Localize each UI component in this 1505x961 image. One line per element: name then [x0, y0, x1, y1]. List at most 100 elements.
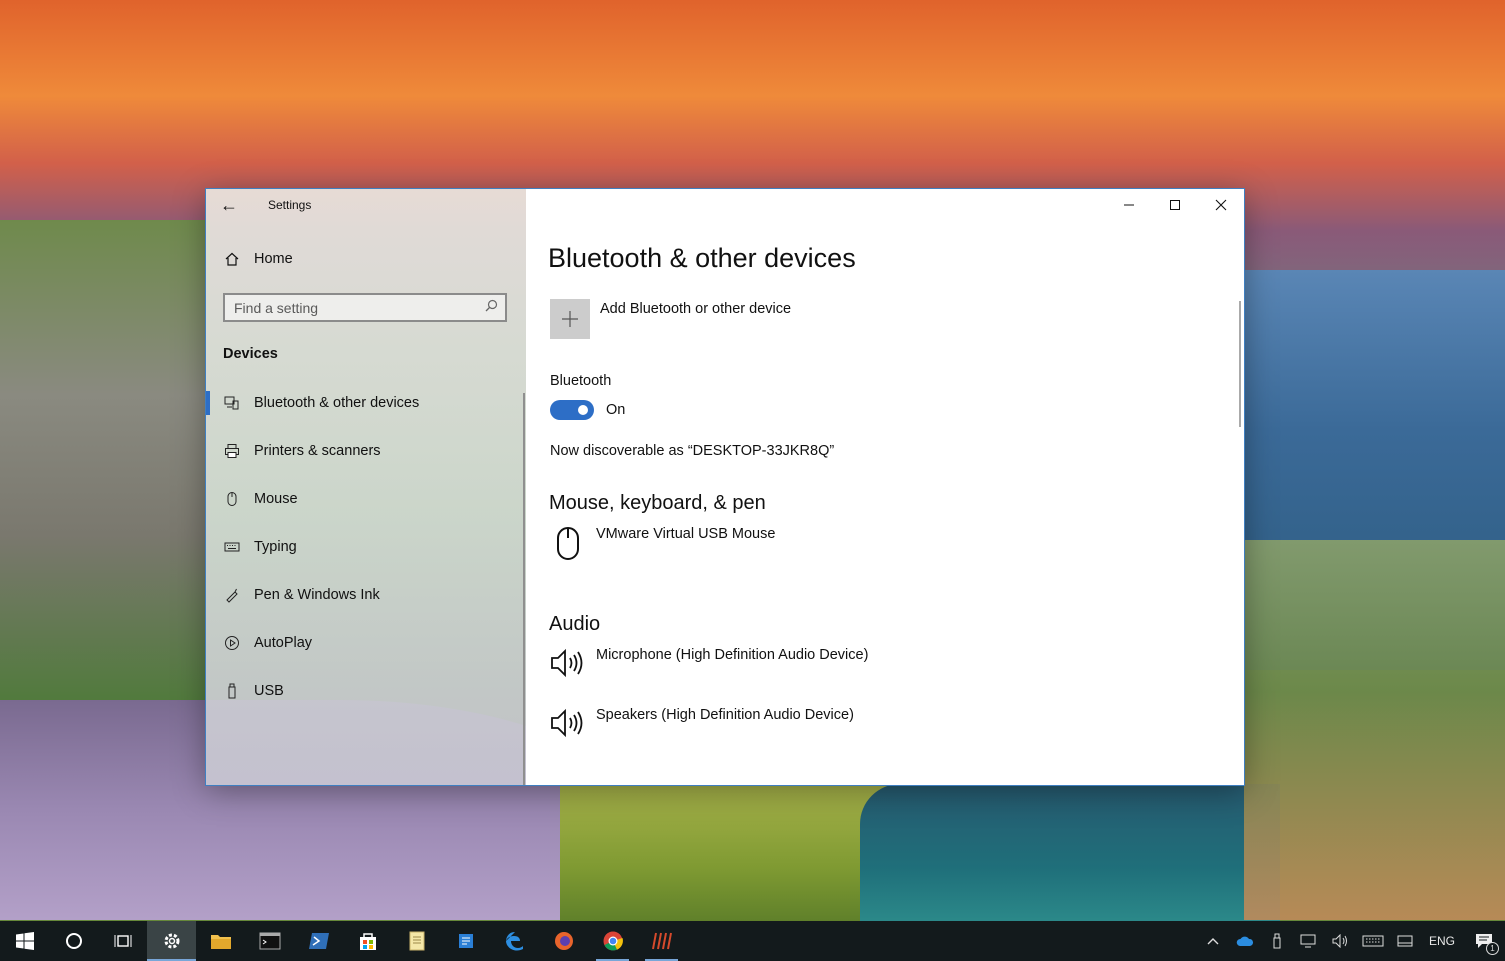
task-view-icon: [114, 935, 131, 947]
sidebar-item-label: Printers & scanners: [254, 443, 381, 459]
sidebar-item-mouse[interactable]: Mouse: [206, 475, 524, 523]
settings-sidebar: ← Settings Home Devices Bluetooth & othe…: [206, 189, 526, 785]
minimize-button[interactable]: [1106, 189, 1152, 221]
close-button[interactable]: [1198, 189, 1244, 221]
sidebar-item-label: Pen & Windows Ink: [254, 587, 380, 603]
device-name: Microphone (High Definition Audio Device…: [596, 647, 869, 663]
taskbar-settings[interactable]: [147, 921, 196, 961]
edge-icon: [505, 932, 523, 951]
sidebar-item-label: AutoPlay: [254, 635, 313, 651]
start-button[interactable]: [0, 921, 49, 961]
sidebar-item-bluetooth[interactable]: Bluetooth & other devices: [206, 379, 524, 427]
onedrive-icon[interactable]: [1229, 921, 1261, 961]
sidebar-item-usb[interactable]: USB: [206, 667, 524, 715]
bluetooth-devices-icon: [224, 395, 240, 411]
cortana-button[interactable]: [49, 921, 98, 961]
sidebar-item-typing[interactable]: Typing: [206, 523, 524, 571]
page-title: Bluetooth & other devices: [548, 243, 856, 273]
sidebar-item-pen[interactable]: Pen & Windows Ink: [206, 571, 524, 619]
store-icon: [359, 933, 376, 950]
settings-content: Bluetooth & other devices Add Bluetooth …: [526, 189, 1244, 785]
section-title: Devices: [223, 346, 278, 362]
speaker-icon: [550, 647, 586, 683]
language-indicator[interactable]: ENG: [1421, 921, 1463, 961]
sidebar-item-autoplay[interactable]: AutoPlay: [206, 619, 524, 667]
chrome-icon: [603, 931, 623, 951]
taskbar-app-2[interactable]: [637, 921, 686, 961]
keyboard-icon: [224, 539, 240, 555]
system-tray: ENG 1: [1197, 921, 1505, 961]
volume-icon[interactable]: [1325, 921, 1357, 961]
search-input[interactable]: [234, 299, 474, 317]
mouse-icon: [550, 526, 586, 562]
file-explorer-icon: [210, 935, 231, 949]
bluetooth-label: Bluetooth: [550, 373, 612, 389]
sidebar-scrollbar[interactable]: [523, 393, 525, 785]
powershell-icon: [308, 933, 329, 949]
taskbar-app[interactable]: [441, 921, 490, 961]
start-icon: [15, 932, 34, 950]
content-scrollbar[interactable]: [1239, 301, 1241, 427]
sidebar-item-label: Typing: [254, 539, 297, 555]
device-item[interactable]: Microphone (High Definition Audio Device…: [550, 647, 868, 683]
section-heading-mouse-keyboard-pen: Mouse, keyboard, & pen: [549, 492, 766, 514]
taskbar-file-explorer[interactable]: [196, 921, 245, 961]
app-title: Settings: [268, 198, 312, 212]
sidebar-item-printers[interactable]: Printers & scanners: [206, 427, 524, 475]
taskbar-command-prompt[interactable]: [245, 921, 294, 961]
back-button[interactable]: ←: [220, 193, 242, 217]
action-center-button[interactable]: 1: [1463, 921, 1505, 961]
taskbar-firefox[interactable]: [539, 921, 588, 961]
command-prompt-icon: [259, 932, 280, 950]
wallpaper-town: [1244, 540, 1505, 920]
devices-nav: Bluetooth & other devices Printers & sca…: [206, 379, 524, 715]
bluetooth-toggle[interactable]: [550, 400, 594, 420]
app-icon: [651, 932, 672, 950]
pen-icon: [224, 587, 240, 603]
wallpaper-bay: [860, 784, 1280, 924]
notification-count: 1: [1486, 942, 1499, 955]
search-box[interactable]: [223, 293, 507, 322]
printer-icon: [224, 443, 240, 459]
sidebar-item-label: Mouse: [254, 491, 298, 507]
settings-window: ← Settings Home Devices Bluetooth & othe…: [206, 189, 1244, 785]
autoplay-icon: [224, 635, 240, 651]
taskbar-notepad[interactable]: [392, 921, 441, 961]
home-nav-item[interactable]: Home: [224, 251, 293, 267]
discoverable-text: Now discoverable as “DESKTOP-33JKR8Q”: [550, 443, 835, 459]
home-label: Home: [254, 251, 293, 267]
bluetooth-state: On: [606, 402, 626, 418]
add-device-button[interactable]: Add Bluetooth or other device: [550, 299, 791, 339]
taskbar-store[interactable]: [343, 921, 392, 961]
network-icon[interactable]: [1293, 921, 1325, 961]
speaker-icon: [550, 707, 586, 743]
taskbar-chrome[interactable]: [588, 921, 637, 961]
section-heading-audio: Audio: [549, 613, 601, 635]
device-item[interactable]: VMware Virtual USB Mouse: [550, 526, 775, 562]
home-icon: [224, 251, 240, 267]
mouse-icon: [224, 491, 240, 507]
firefox-icon: [554, 932, 573, 950]
usb-eject-icon[interactable]: [1261, 921, 1293, 961]
taskbar-powershell[interactable]: [294, 921, 343, 961]
sidebar-item-label: USB: [254, 683, 284, 699]
sidebar-item-label: Bluetooth & other devices: [254, 395, 420, 411]
app-icon: [458, 934, 473, 948]
plus-icon: [550, 299, 590, 339]
add-device-label: Add Bluetooth or other device: [600, 301, 792, 317]
device-item[interactable]: Speakers (High Definition Audio Device): [550, 707, 854, 743]
usb-icon: [224, 683, 240, 699]
task-view-button[interactable]: [98, 921, 147, 961]
touch-keyboard-icon[interactable]: [1357, 921, 1389, 961]
taskbar: ENG 1: [0, 921, 1505, 961]
device-name: Speakers (High Definition Audio Device): [596, 707, 854, 723]
settings-icon: [164, 933, 179, 949]
tablet-mode-icon[interactable]: [1389, 921, 1421, 961]
device-name: VMware Virtual USB Mouse: [596, 526, 776, 542]
search-icon[interactable]: [485, 299, 498, 315]
maximize-button[interactable]: [1152, 189, 1198, 221]
show-hidden-icons-button[interactable]: [1197, 921, 1229, 961]
notepad-icon: [409, 931, 424, 951]
taskbar-edge[interactable]: [490, 921, 539, 961]
cortana-icon: [65, 933, 82, 949]
